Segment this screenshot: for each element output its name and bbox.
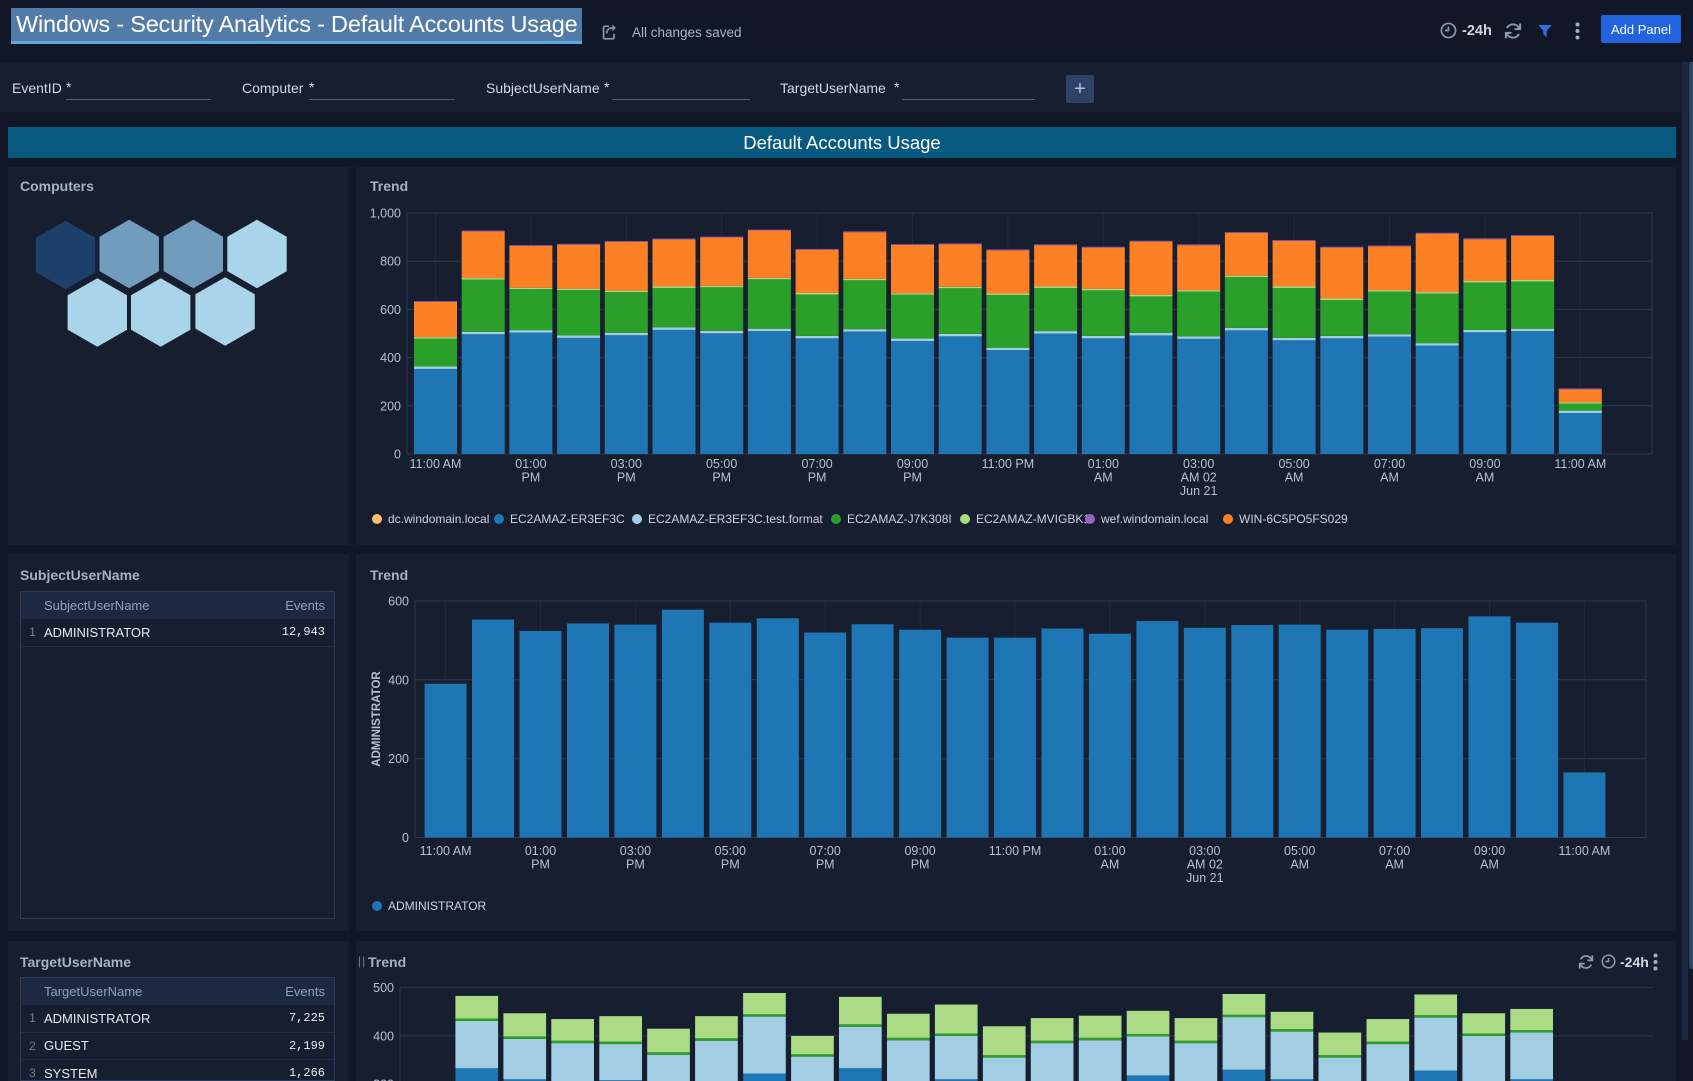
svg-text:PM: PM bbox=[903, 471, 922, 485]
svg-text:0: 0 bbox=[402, 831, 409, 845]
svg-text:11:00 AM: 11:00 AM bbox=[420, 844, 472, 858]
svg-text:PM: PM bbox=[617, 471, 636, 485]
svg-text:300: 300 bbox=[373, 1078, 394, 1081]
svg-text:400: 400 bbox=[373, 1029, 394, 1043]
svg-text:EC2AMAZ-J7K308I: EC2AMAZ-J7K308I bbox=[847, 512, 952, 526]
svg-text:01:00: 01:00 bbox=[1088, 457, 1119, 471]
svg-text:03:00: 03:00 bbox=[1183, 457, 1214, 471]
svg-text:AM: AM bbox=[1101, 858, 1120, 872]
svg-text:07:00: 07:00 bbox=[1379, 844, 1410, 858]
svg-text:AM: AM bbox=[1285, 471, 1304, 485]
svg-text:05:00: 05:00 bbox=[1278, 457, 1309, 471]
svg-text:09:00: 09:00 bbox=[897, 457, 928, 471]
svg-text:03:00: 03:00 bbox=[611, 457, 642, 471]
svg-text:07:00: 07:00 bbox=[1374, 457, 1405, 471]
svg-text:AM 02: AM 02 bbox=[1181, 471, 1217, 485]
svg-text:WIN-6C5PO5FS029: WIN-6C5PO5FS029 bbox=[1239, 512, 1348, 526]
svg-text:0: 0 bbox=[394, 448, 401, 462]
svg-text:03:00: 03:00 bbox=[1189, 844, 1220, 858]
svg-text:PM: PM bbox=[712, 471, 731, 485]
svg-text:07:00: 07:00 bbox=[810, 844, 841, 858]
svg-text:05:00: 05:00 bbox=[1284, 844, 1315, 858]
svg-text:500: 500 bbox=[373, 981, 394, 995]
svg-text:11:00 PM: 11:00 PM bbox=[982, 457, 1035, 471]
svg-text:EC2AMAZ-ER3EF3C: EC2AMAZ-ER3EF3C bbox=[510, 512, 625, 526]
svg-text:600: 600 bbox=[388, 595, 409, 609]
svg-text:11:00 AM: 11:00 AM bbox=[1558, 844, 1610, 858]
svg-text:09:00: 09:00 bbox=[1474, 844, 1505, 858]
svg-text:AM: AM bbox=[1480, 858, 1499, 872]
svg-text:11:00 AM: 11:00 AM bbox=[1554, 457, 1606, 471]
svg-text:AM: AM bbox=[1476, 471, 1495, 485]
svg-text:ADMINISTRATOR: ADMINISTRATOR bbox=[371, 671, 383, 767]
svg-text:05:00: 05:00 bbox=[715, 844, 746, 858]
svg-text:AM: AM bbox=[1094, 471, 1113, 485]
svg-text:AM: AM bbox=[1290, 858, 1309, 872]
svg-text:dc.windomain.local: dc.windomain.local bbox=[388, 512, 489, 526]
svg-text:11:00 AM: 11:00 AM bbox=[410, 457, 462, 471]
svg-text:EC2AMAZ-MVIGBK1: EC2AMAZ-MVIGBK1 bbox=[976, 512, 1090, 526]
svg-text:Jun 21: Jun 21 bbox=[1180, 484, 1218, 498]
svg-text:wef.windomain.local: wef.windomain.local bbox=[1100, 512, 1208, 526]
svg-text:AM 02: AM 02 bbox=[1187, 858, 1223, 872]
svg-text:PM: PM bbox=[808, 471, 827, 485]
svg-text:01:00: 01:00 bbox=[525, 844, 556, 858]
svg-text:PM: PM bbox=[721, 858, 740, 872]
svg-text:01:00: 01:00 bbox=[1094, 844, 1125, 858]
svg-text:200: 200 bbox=[388, 752, 409, 766]
svg-text:800: 800 bbox=[380, 255, 401, 269]
svg-text:ADMINISTRATOR: ADMINISTRATOR bbox=[388, 899, 487, 913]
svg-text:400: 400 bbox=[380, 351, 401, 365]
svg-text:200: 200 bbox=[380, 399, 401, 413]
svg-text:400: 400 bbox=[388, 673, 409, 687]
svg-text:EC2AMAZ-ER3EF3C.test.format: EC2AMAZ-ER3EF3C.test.format bbox=[648, 512, 823, 526]
svg-text:AM: AM bbox=[1380, 471, 1399, 485]
svg-text:PM: PM bbox=[816, 858, 835, 872]
svg-text:PM: PM bbox=[911, 858, 930, 872]
svg-text:09:00: 09:00 bbox=[1469, 457, 1500, 471]
svg-text:Jun 21: Jun 21 bbox=[1186, 871, 1224, 885]
svg-text:01:00: 01:00 bbox=[515, 457, 546, 471]
svg-text:PM: PM bbox=[522, 471, 541, 485]
svg-text:09:00: 09:00 bbox=[904, 844, 935, 858]
svg-text:PM: PM bbox=[531, 858, 550, 872]
svg-text:07:00: 07:00 bbox=[801, 457, 832, 471]
svg-text:11:00 PM: 11:00 PM bbox=[989, 844, 1042, 858]
svg-text:1,000: 1,000 bbox=[370, 207, 401, 221]
svg-text:05:00: 05:00 bbox=[706, 457, 737, 471]
svg-text:03:00: 03:00 bbox=[620, 844, 651, 858]
svg-text:PM: PM bbox=[626, 858, 645, 872]
svg-text:AM: AM bbox=[1385, 858, 1404, 872]
svg-text:600: 600 bbox=[380, 303, 401, 317]
